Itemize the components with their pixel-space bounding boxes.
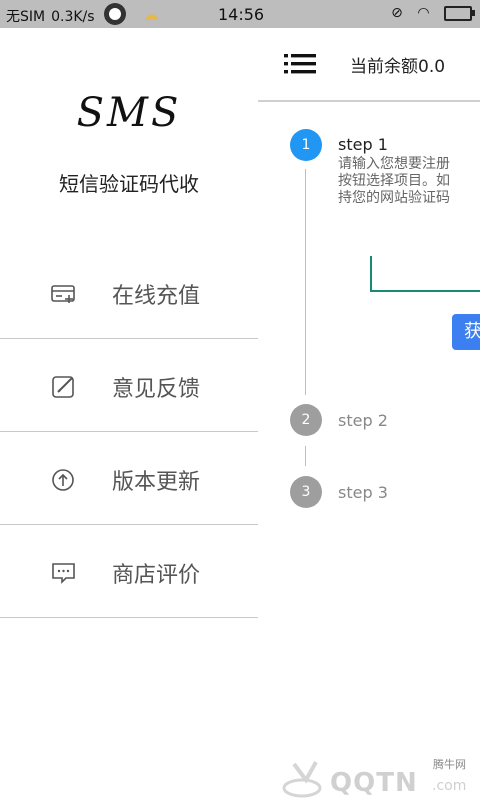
step-1-desc-line: 持您的网站验证码	[338, 190, 450, 206]
step-1-desc-line: 请输入您想要注册	[338, 156, 450, 172]
menu-item-label: 在线充值	[112, 284, 201, 309]
step-3-title[interactable]: step 3	[338, 483, 388, 502]
mute-icon: ⊘	[391, 5, 403, 21]
step-1-desc-line: 按钮选择项目。如	[338, 173, 450, 189]
main-panel: 当前余额0.0 1 step 1 请输入您想要注册 按钮选择项目。如 持您的网站…	[258, 28, 480, 800]
carrier-text: 无SIM	[6, 9, 46, 25]
step-connector	[305, 169, 306, 395]
battery-icon	[444, 5, 475, 21]
clock: 14:56	[218, 5, 265, 24]
menu-item-rate[interactable]: 商店评价	[0, 525, 258, 618]
status-right: ⊘ ◠	[381, 5, 475, 21]
app-logo: SMS	[76, 90, 182, 136]
chat-bubble-icon	[52, 563, 75, 584]
status-bar: 无SIM 0.3K/s ☁ 14:56 ⊘ ◠	[0, 0, 480, 28]
app-subtitle: 短信验证码代收	[59, 172, 199, 196]
card-plus-icon	[51, 285, 75, 303]
get-button[interactable]: 获	[452, 314, 480, 350]
step-1-description: 请输入您想要注册 按钮选择项目。如 持您的网站验证码	[338, 156, 480, 207]
menu-item-update[interactable]: 版本更新	[0, 432, 258, 525]
project-input[interactable]	[370, 256, 480, 292]
watermark-domain: .com	[432, 778, 467, 794]
weather-icon: ☁	[143, 5, 159, 24]
status-left: 无SIM 0.3K/s	[6, 6, 101, 26]
up-arrow-circle-icon	[52, 469, 74, 491]
step-connector	[305, 446, 306, 466]
toolbar: 当前余额0.0	[258, 28, 480, 102]
edit-icon	[52, 376, 74, 398]
step-2-title[interactable]: step 2	[338, 411, 388, 430]
navigation-drawer: SMS 短信验证码代收 在线充值 意见反馈 版本更新 商店评价	[0, 28, 258, 800]
menu-item-label: 商店评价	[112, 563, 201, 588]
menu-item-label: 版本更新	[112, 470, 201, 495]
wifi-icon: ◠	[417, 5, 430, 21]
step-1-indicator: 1	[290, 129, 322, 161]
qq-notification-icon	[104, 3, 126, 25]
menu-item-feedback[interactable]: 意见反馈	[0, 339, 258, 432]
menu-item-label: 意见反馈	[112, 377, 201, 402]
step-1-title[interactable]: step 1	[338, 135, 388, 154]
menu-item-recharge[interactable]: 在线充值	[0, 246, 258, 339]
network-speed: 0.3K/s	[51, 9, 95, 25]
watermark-brand: QQTN	[330, 768, 418, 798]
balance-text: 当前余额0.0	[350, 57, 446, 77]
menu-list-icon[interactable]	[284, 54, 316, 74]
step-3-indicator: 3	[290, 476, 322, 508]
watermark-site-name: 腾牛网	[433, 758, 466, 771]
step-2-indicator: 2	[290, 404, 322, 436]
